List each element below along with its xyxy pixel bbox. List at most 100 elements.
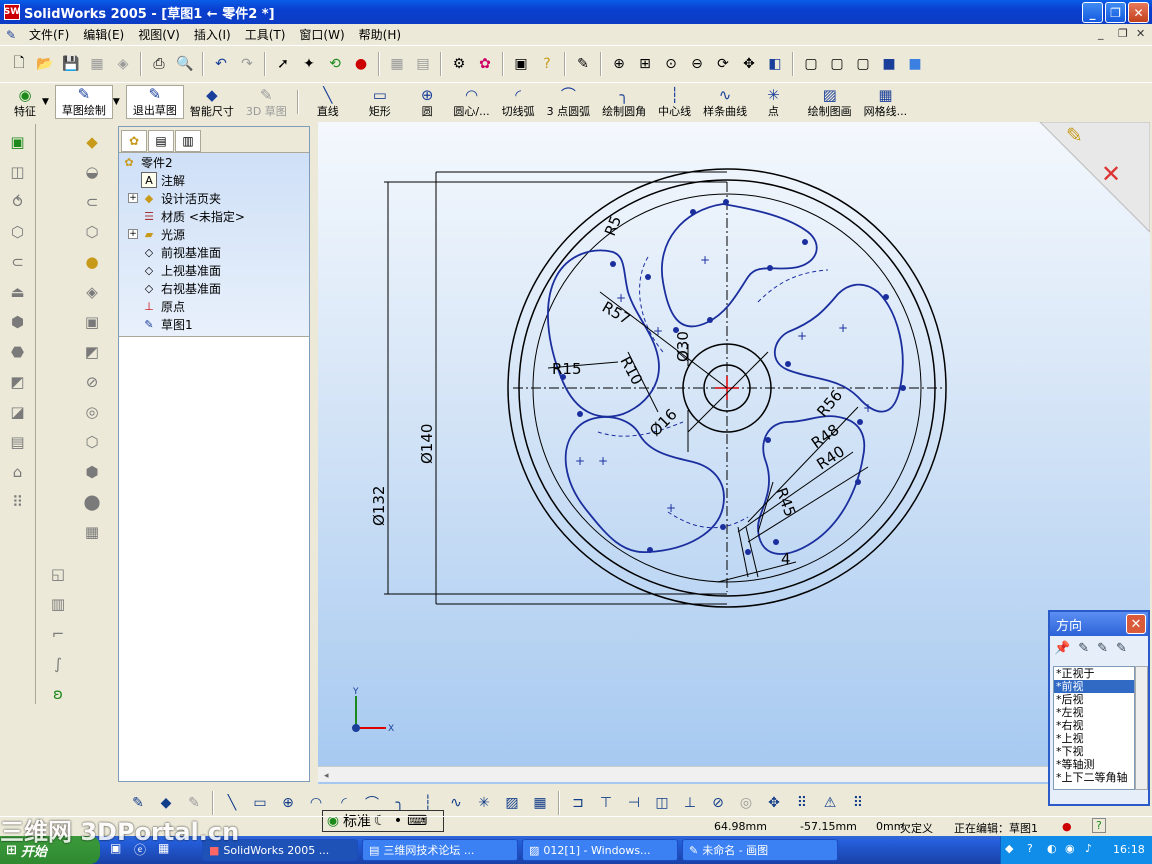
tree-node[interactable]: A 注解 (119, 171, 309, 189)
orientation-close-button[interactable]: ✕ (1126, 614, 1146, 634)
view-item-selected[interactable]: *前视 (1054, 680, 1134, 693)
zoom-to-area-icon[interactable]: ⊞ (633, 52, 657, 76)
view-item[interactable]: *上下二等角轴 (1054, 771, 1134, 784)
sketch-canvas[interactable]: ✎ ✕ + + + + + + + + + R5 R57 R15 R10 Ø30… (318, 122, 1150, 784)
trim-icon[interactable]: ⬡ (80, 220, 104, 244)
tray-network-icon[interactable]: ◉ (1065, 842, 1075, 855)
task-image-viewer[interactable]: ▨ 012[1] - Windows... (522, 839, 678, 861)
exit-sketch-button[interactable]: ✎ 退出草图 (125, 84, 184, 119)
offset-icon[interactable]: ⊂ (80, 190, 104, 214)
sketch-tab[interactable]: ✎ 草图绘制 (54, 84, 113, 119)
centerpoint-arc-button[interactable]: ◠ 圆心/... (447, 85, 495, 119)
view-item[interactable]: *后视 (1054, 693, 1134, 706)
swept-boss-icon[interactable]: ⥀ (6, 190, 30, 214)
print-icon[interactable]: ⎙ (147, 52, 171, 76)
point-button[interactable]: ✳ 点 (761, 85, 786, 119)
dimension-tool-icon[interactable]: ◆ (80, 130, 104, 154)
grid-icon[interactable]: ▦ (528, 791, 552, 815)
sketch-picture-icon[interactable]: ▨ (500, 791, 524, 815)
coordinate-system-icon[interactable]: ⌐ (46, 622, 70, 646)
open-icon[interactable]: 📂 (33, 52, 57, 76)
help-status-icon[interactable]: ? (1092, 818, 1106, 833)
linear-pattern-icon[interactable]: ⬡ (80, 430, 104, 454)
trim-icon[interactable]: ⊤ (594, 791, 618, 815)
three-point-arc-button[interactable]: ⌒ 3 点圆弧 (541, 85, 597, 119)
fillet-icon[interactable]: ◩ (6, 370, 30, 394)
repair-sketch-icon[interactable]: ⚠ (818, 791, 842, 815)
rebuild-icon[interactable]: ⟲ (323, 52, 347, 76)
color-icon[interactable]: ✿ (473, 52, 497, 76)
extend-icon[interactable]: ⊣ (622, 791, 646, 815)
tree-root[interactable]: ✿ 零件2 (119, 153, 309, 171)
menu-edit[interactable]: 编辑(E) (76, 25, 131, 45)
offset-entities-icon[interactable]: ⊐ (566, 791, 590, 815)
task-forum[interactable]: ▤ 三维网技术论坛 ... (362, 839, 518, 861)
new-icon[interactable]: 🗋 (7, 52, 31, 76)
display-relations-icon[interactable]: ⠿ (790, 791, 814, 815)
view-list-scrollbar[interactable] (1135, 666, 1148, 790)
pattern-icon[interactable]: ⠿ (6, 490, 30, 514)
lofted-cut-icon[interactable]: ⬣ (6, 340, 30, 364)
mirror-icon[interactable]: ⊘ (706, 791, 730, 815)
revolved-cut-icon[interactable]: ⏏ (6, 280, 30, 304)
menu-help[interactable]: 帮助(H) (352, 25, 408, 45)
minimize-button[interactable]: _ (1082, 2, 1103, 23)
circular-pattern-icon[interactable]: ◎ (734, 791, 758, 815)
print-preview-icon[interactable]: 🔍 (173, 52, 197, 76)
undo-icon[interactable]: ↶ (209, 52, 233, 76)
dim-r5[interactable]: R5 (601, 213, 625, 238)
view-list[interactable]: *正视于 *前视 *后视 *左视 *右视 *上视 *下视 *等轴测 *上下二等角… (1053, 666, 1135, 790)
shaded-edges-icon[interactable]: ■ (877, 52, 901, 76)
doc-minimize-button[interactable]: _ (1098, 27, 1104, 40)
circular-pattern-icon[interactable]: ⬢ (80, 460, 104, 484)
exit-sketch-corner-icon[interactable]: ✎ (1066, 123, 1083, 147)
grid-button[interactable]: ▦ 网格线... (858, 85, 914, 119)
rebuild-status-icon[interactable]: ● (1062, 820, 1072, 833)
menu-view[interactable]: 视图(V) (131, 25, 187, 45)
dim-r45[interactable]: R45 (772, 485, 799, 519)
copy-icon[interactable]: ◎ (80, 400, 104, 424)
view-item[interactable]: *下视 (1054, 745, 1134, 758)
make-drawing-icon[interactable]: ▦ (85, 52, 109, 76)
rectangle-button[interactable]: ▭ 矩形 (363, 85, 397, 119)
swept-cut-icon[interactable]: ⬢ (6, 310, 30, 334)
arc-tool-icon[interactable]: ◒ (80, 160, 104, 184)
scroll-left-icon[interactable]: ◂ (318, 771, 329, 781)
tree-node[interactable]: ◇ 前视基准面 (119, 243, 309, 261)
rib-icon[interactable]: ⌂ (6, 460, 30, 484)
spoke-cutout[interactable] (564, 416, 725, 553)
chamfer-icon[interactable]: ◪ (6, 400, 30, 424)
tray-icon-1[interactable]: ◆ (1005, 842, 1013, 855)
mirror-icon[interactable]: ● (80, 250, 104, 274)
cancel-sketch-icon[interactable]: ✕ (1101, 160, 1121, 188)
table-icon[interactable]: ▤ (411, 52, 435, 76)
dim-d132[interactable]: Ø132 (370, 486, 388, 526)
select-other-icon[interactable]: ✦ (297, 52, 321, 76)
zoom-to-selection-icon[interactable]: ⊖ (685, 52, 709, 76)
hidden-lines-visible-icon[interactable]: ▢ (825, 52, 849, 76)
tree-node[interactable]: ◇ 右视基准面 (119, 279, 309, 297)
curve-icon[interactable]: ∫ (46, 652, 70, 676)
hidden-lines-removed-icon[interactable]: ▢ (851, 52, 875, 76)
sketch-picture-button[interactable]: ▨ 绘制图画 (802, 85, 858, 119)
standard-views-icon[interactable]: ◧ (763, 52, 787, 76)
display-relation-icon[interactable]: ▦ (80, 520, 104, 544)
smart-dimension-button[interactable]: ◆ 智能尺寸 (184, 85, 240, 119)
convert-entities-icon[interactable]: ◈ (80, 280, 104, 304)
task-paint[interactable]: ✎ 未命名 - 画图 (682, 839, 838, 861)
move-icon[interactable]: ▣ (80, 310, 104, 334)
dim-r10[interactable]: R10 (616, 353, 646, 388)
tray-help-icon[interactable]: ? (1027, 842, 1033, 855)
close-button[interactable]: ✕ (1128, 2, 1149, 23)
doc-restore-button[interactable]: ❐ (1118, 27, 1128, 40)
line-button[interactable]: ╲ 直线 (311, 85, 345, 119)
reset-view-icon[interactable]: ✎ (1116, 641, 1127, 656)
tree-node[interactable]: + ▰ 光源 (119, 225, 309, 243)
wireframe-icon[interactable]: ▢ (799, 52, 823, 76)
lofted-boss-icon[interactable]: ⬡ (6, 220, 30, 244)
view-item[interactable]: *右视 (1054, 719, 1134, 732)
tree-node[interactable]: ☰ 材质 <未指定> (119, 207, 309, 225)
dim-4[interactable]: 4 (781, 550, 791, 568)
configuration-manager-tab[interactable]: ▥ (175, 130, 201, 152)
update-view-icon[interactable]: ✎ (1097, 641, 1108, 656)
